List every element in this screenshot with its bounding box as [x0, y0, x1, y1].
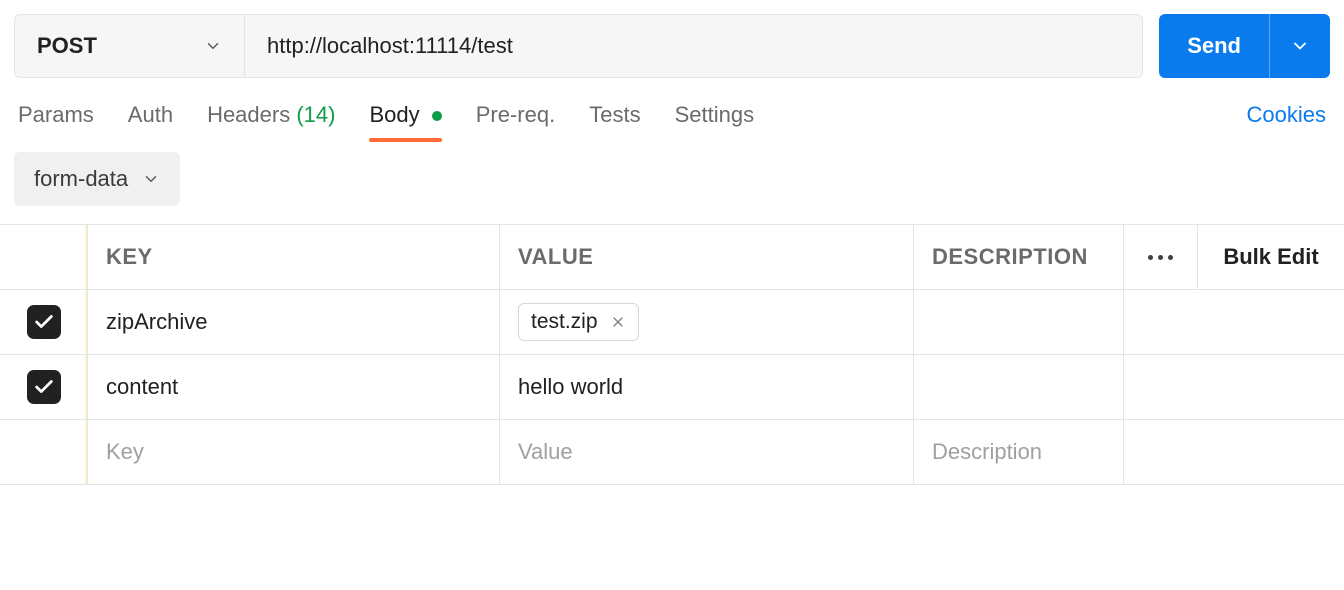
row-enabled-checkbox[interactable] — [27, 305, 61, 339]
form-data-table: KEY VALUE DESCRIPTION Bulk Edit zipArchi… — [0, 224, 1344, 485]
row-description-cell[interactable] — [914, 355, 1124, 419]
close-icon — [610, 314, 626, 330]
column-header-value: VALUE — [500, 225, 914, 289]
cookies-link[interactable]: Cookies — [1247, 102, 1326, 140]
http-method-select[interactable]: POST — [15, 15, 245, 77]
row-trailing — [1124, 355, 1344, 419]
file-chip-name: test.zip — [531, 310, 598, 334]
table-row-new: Key Value Description — [0, 420, 1344, 485]
tab-body[interactable]: Body — [369, 102, 441, 140]
row-value-cell[interactable]: hello world — [500, 355, 914, 419]
chevron-down-icon — [1290, 36, 1310, 56]
request-tabs: Params Auth Headers (14) Body Pre-req. T… — [0, 78, 1344, 140]
row-value-placeholder: Value — [518, 439, 573, 465]
tab-body-label: Body — [369, 102, 419, 127]
table-row: content hello world — [0, 355, 1344, 420]
column-header-key: KEY — [88, 225, 500, 289]
file-chip: test.zip — [518, 303, 639, 341]
row-trailing — [1124, 290, 1344, 354]
column-header-enabled — [0, 225, 88, 289]
row-key-text: zipArchive — [106, 309, 207, 335]
url-input[interactable] — [245, 15, 1142, 77]
row-key-text: content — [106, 374, 178, 400]
tab-headers-label: Headers — [207, 102, 290, 127]
unsaved-indicator-icon — [432, 111, 442, 121]
table-row: zipArchive test.zip — [0, 290, 1344, 355]
bulk-edit-button[interactable]: Bulk Edit — [1198, 225, 1344, 289]
chevron-down-icon — [142, 170, 160, 188]
chevron-down-icon — [204, 37, 222, 55]
tab-headers[interactable]: Headers (14) — [207, 102, 335, 140]
table-header-row: KEY VALUE DESCRIPTION Bulk Edit — [0, 225, 1344, 290]
send-button-group: Send — [1159, 14, 1330, 78]
tab-tests[interactable]: Tests — [589, 102, 640, 140]
http-method-label: POST — [37, 33, 97, 59]
body-type-row: form-data — [0, 140, 1344, 224]
row-value-cell[interactable]: Value — [500, 420, 914, 484]
request-bar: POST Send — [0, 0, 1344, 78]
file-remove-button[interactable] — [610, 314, 626, 330]
send-button[interactable]: Send — [1159, 14, 1270, 78]
request-input-group: POST — [14, 14, 1143, 78]
tab-params[interactable]: Params — [18, 102, 94, 140]
tab-auth[interactable]: Auth — [128, 102, 173, 140]
row-key-cell[interactable]: content — [88, 355, 500, 419]
headers-count: (14) — [296, 102, 335, 127]
column-header-description: DESCRIPTION — [914, 225, 1124, 289]
body-type-select[interactable]: form-data — [14, 152, 180, 206]
row-key-placeholder: Key — [106, 439, 144, 465]
row-enabled-cell — [0, 420, 88, 484]
column-options-button[interactable] — [1124, 225, 1198, 289]
row-key-cell[interactable]: zipArchive — [88, 290, 500, 354]
send-options-button[interactable] — [1270, 14, 1330, 78]
row-enabled-cell — [0, 290, 88, 354]
row-key-cell[interactable]: Key — [88, 420, 500, 484]
row-description-cell[interactable]: Description — [914, 420, 1124, 484]
row-enabled-cell — [0, 355, 88, 419]
row-trailing — [1124, 420, 1344, 484]
check-icon — [33, 311, 55, 333]
tab-settings[interactable]: Settings — [675, 102, 755, 140]
more-icon — [1148, 255, 1173, 260]
row-enabled-checkbox[interactable] — [27, 370, 61, 404]
row-value-text: hello world — [518, 374, 623, 400]
check-icon — [33, 376, 55, 398]
tab-prereq[interactable]: Pre-req. — [476, 102, 555, 140]
body-type-label: form-data — [34, 166, 128, 192]
row-description-cell[interactable] — [914, 290, 1124, 354]
row-description-placeholder: Description — [932, 439, 1042, 465]
row-value-cell[interactable]: test.zip — [500, 290, 914, 354]
